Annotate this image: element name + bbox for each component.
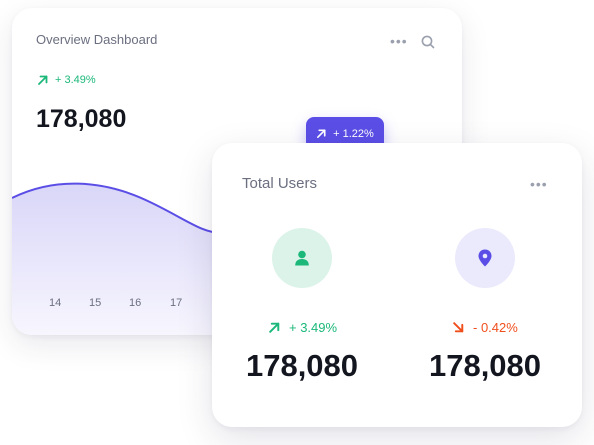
chart-x-tick: 15 <box>89 297 102 309</box>
chart-area <box>12 183 222 335</box>
search-icon[interactable] <box>420 34 436 50</box>
arrow-up-right-icon <box>38 75 48 85</box>
chart-x-tick: 14 <box>49 297 62 309</box>
arrow-up-right-icon <box>317 129 326 138</box>
users-trend-value: + 3.49% <box>289 320 338 335</box>
location-trend-value: - 0.42% <box>473 320 518 335</box>
arrow-down-right-icon <box>453 322 464 333</box>
location-trend-down: - 0.42% <box>452 320 518 335</box>
overview-trend-value: + 3.49% <box>55 74 96 86</box>
location-icon-circle <box>455 228 515 288</box>
total-users-title: Total Users <box>242 175 318 192</box>
chart-x-tick: 17 <box>170 297 183 309</box>
dashboard-stage: Overview Dashboard ••• + 3.49% 178,080 1… <box>0 0 594 445</box>
location-pin-icon <box>478 249 492 267</box>
location-value: 178,080 <box>428 348 542 383</box>
growth-badge-label: + 1.22% <box>333 127 374 140</box>
overview-trend: + 3.49% <box>37 74 96 86</box>
user-icon-circle <box>272 228 332 288</box>
users-value: 178,080 <box>245 348 359 383</box>
overview-title: Overview Dashboard <box>36 32 158 47</box>
users-trend-up: + 3.49% <box>268 320 337 335</box>
chart-x-tick: 16 <box>129 297 142 309</box>
overview-value: 178,080 <box>36 105 127 133</box>
more-horizontal-icon[interactable]: ••• <box>390 34 408 48</box>
more-horizontal-icon[interactable]: ••• <box>530 177 548 191</box>
total-users-card: Total Users ••• + 3.49% - 0.42% 178,080 … <box>212 143 582 427</box>
user-icon <box>295 250 309 266</box>
arrow-up-right-icon <box>269 322 280 333</box>
